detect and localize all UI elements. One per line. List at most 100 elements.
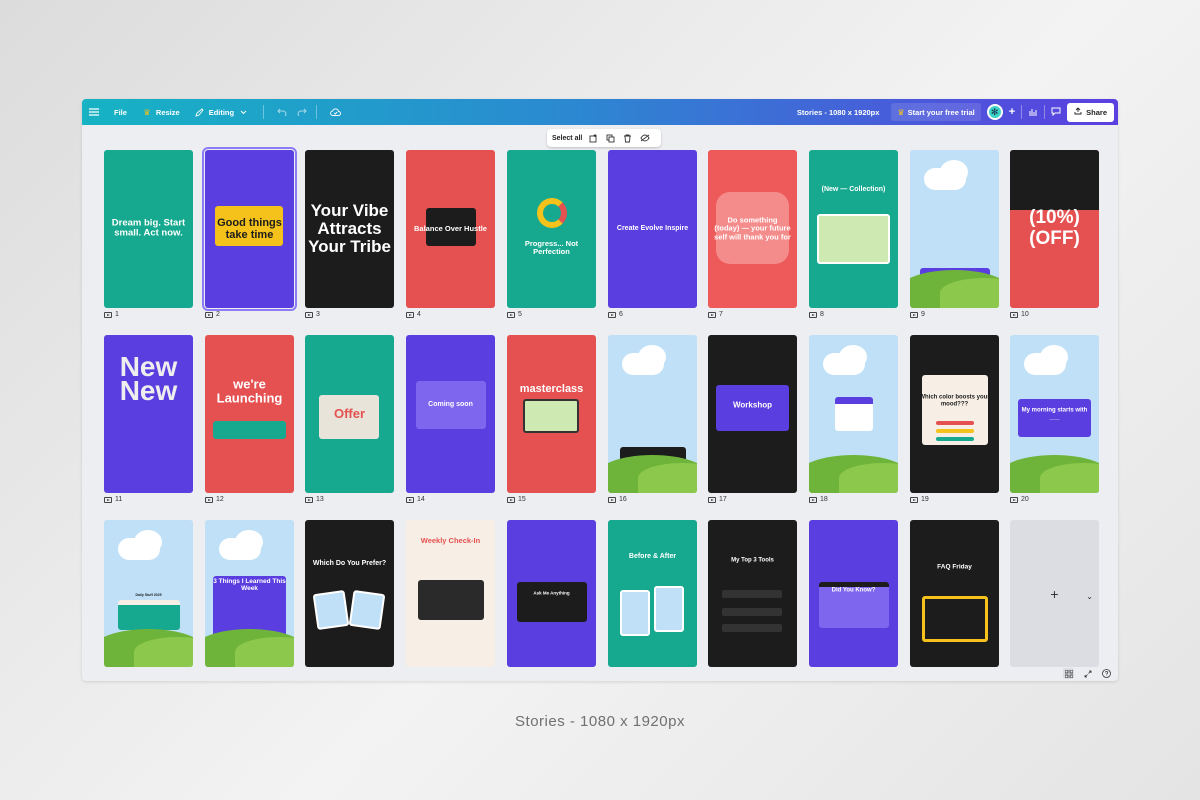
undo-icon (276, 106, 288, 118)
page-icon (406, 311, 414, 318)
page-thumbnail[interactable]: Ask Me Anything (507, 520, 596, 667)
page-number-label: 9 (910, 311, 925, 318)
page-thumbnail[interactable]: Dream big. Start small. Act now. (104, 150, 193, 308)
resize-button[interactable]: ♛ Resize (141, 106, 179, 118)
page-thumbnail[interactable]: Balance Over Hustle (406, 150, 495, 308)
avatar[interactable]: ✻ (986, 104, 1003, 120)
page-thumbnail[interactable]: Did You Know? (809, 520, 898, 667)
question-panel (517, 582, 587, 622)
page-thumbnail[interactable]: Good things take time (202, 147, 297, 311)
toolbar-divider (316, 105, 318, 119)
thumbnail-text: Daily Stuff 2025 (135, 593, 162, 598)
page-number: 6 (619, 311, 623, 318)
page-thumbnail[interactable]: Which color boosts your mood??? (910, 335, 999, 493)
trash-icon[interactable] (622, 133, 633, 144)
thumbnail-text: 3 Things I Learned This Week (213, 577, 286, 592)
page-thumbnail[interactable]: Weekly Check-In (406, 520, 495, 667)
cloud-save-button[interactable] (329, 106, 341, 118)
page-thumbnail[interactable]: (10%) (OFF) (1010, 150, 1099, 308)
page-icon (708, 311, 716, 318)
file-menu-button[interactable]: File (114, 108, 127, 117)
page-icon (910, 496, 918, 503)
page-thumbnail[interactable]: masterclass (507, 335, 596, 493)
page-icon (809, 311, 817, 318)
redo-button[interactable] (296, 106, 308, 118)
page-number: 15 (518, 496, 526, 503)
thumbnail-text: Your Vibe Attracts Your Tribe (308, 201, 391, 256)
divider (1021, 105, 1023, 119)
comment-icon[interactable] (1051, 107, 1061, 118)
page-thumbnail[interactable]: New New (104, 335, 193, 493)
page-thumbnail[interactable]: Your Vibe Attracts Your Tribe (305, 150, 394, 308)
grid-view-icon[interactable] (1063, 668, 1074, 679)
page-thumbnail[interactable]: My morning starts with ___ (1010, 335, 1099, 493)
page-thumbnail[interactable]: Our Latest Release (608, 335, 697, 493)
page-icon (809, 496, 817, 503)
page-number-label: 3 (305, 311, 320, 318)
add-page-icon[interactable] (588, 133, 599, 144)
page-thumbnail[interactable]: FAQ Friday (910, 520, 999, 667)
chevron-down-icon[interactable]: ⌄ (1086, 592, 1093, 601)
cloud-shape (839, 345, 867, 369)
selection-toolbar: Select all (547, 129, 661, 147)
page-thumbnail[interactable]: 3 Things I Learned This Week (205, 520, 294, 667)
page-thumbnail[interactable]: Create Evolve Inspire (608, 150, 697, 308)
page-number-label: 7 (708, 311, 723, 318)
option-card (312, 589, 350, 631)
share-button[interactable]: Share (1067, 102, 1114, 122)
thumbnail-text: Ask Me Anything (533, 590, 570, 596)
page-icon (1010, 496, 1018, 503)
page-thumbnail[interactable]: Coming soon (406, 335, 495, 493)
fullscreen-icon[interactable] (1082, 668, 1093, 679)
page-number-label: 11 (104, 496, 122, 503)
page-thumbnail[interactable]: Offer (305, 335, 394, 493)
editing-mode-dropdown[interactable]: Editing (194, 106, 249, 118)
page-thumbnail[interactable]: Which Do You Prefer? (305, 520, 394, 667)
page-thumbnail[interactable]: Before & After (608, 520, 697, 667)
add-page-button[interactable]: + ⌄ (1010, 520, 1099, 667)
page-icon (205, 311, 213, 318)
snowflake-icon: ✻ (990, 106, 999, 117)
page-thumbnail[interactable]: Workshop (708, 335, 797, 493)
tool-item (722, 590, 782, 598)
page-number: 11 (115, 496, 123, 503)
page-number: 7 (719, 311, 723, 318)
page-thumbnail[interactable]: Do something (today) — your future self … (708, 150, 797, 308)
laptop-mockup (523, 399, 579, 433)
hide-icon[interactable] (639, 133, 650, 144)
page-number-label: 4 (406, 311, 421, 318)
cloud-shape (1040, 345, 1068, 369)
upload-icon (1074, 107, 1082, 117)
redo-icon (296, 106, 308, 118)
cloud-shape (235, 530, 263, 554)
page-icon (305, 311, 313, 318)
page-thumbnail[interactable]: (New — Collection) (809, 150, 898, 308)
insights-icon[interactable] (1028, 107, 1038, 118)
page-number: 3 (316, 311, 320, 318)
add-collaborator-icon[interactable]: + (1009, 106, 1015, 118)
free-trial-button[interactable]: ♛ Start your free trial (891, 103, 981, 121)
plus-icon: + (1050, 585, 1059, 602)
duplicate-icon[interactable] (605, 133, 616, 144)
page-thumbnail[interactable]: My Top 3 Tools (708, 520, 797, 667)
thumbnail-text: Offer (333, 405, 366, 421)
page-icon (608, 311, 616, 318)
select-all-button[interactable]: Select all (552, 135, 582, 142)
page-icon (507, 496, 515, 503)
page-number-label: 19 (910, 496, 929, 503)
page-thumbnail[interactable]: Daily Stuff 2025 (104, 520, 193, 667)
page-number-label: 8 (809, 311, 824, 318)
help-icon[interactable] (1101, 668, 1112, 679)
design-title[interactable]: Stories - 1080 x 1920px (797, 108, 880, 117)
editing-label: Editing (208, 107, 235, 117)
menu-button[interactable] (88, 106, 100, 118)
page-thumbnail[interactable]: we're Launching (205, 335, 294, 493)
thumbnail-text: (New — Collection) (821, 185, 886, 193)
page-thumbnail[interactable]: Progress... Not Perfection (507, 150, 596, 308)
page-thumbnail[interactable]: Save the date (809, 335, 898, 493)
undo-button[interactable] (276, 106, 288, 118)
page-number-label: 14 (406, 496, 425, 503)
page-thumbnail[interactable]: Flash Sale 50% Off (910, 150, 999, 308)
page-number: 17 (719, 496, 727, 503)
thumbnail-text: we're Launching (216, 376, 283, 406)
